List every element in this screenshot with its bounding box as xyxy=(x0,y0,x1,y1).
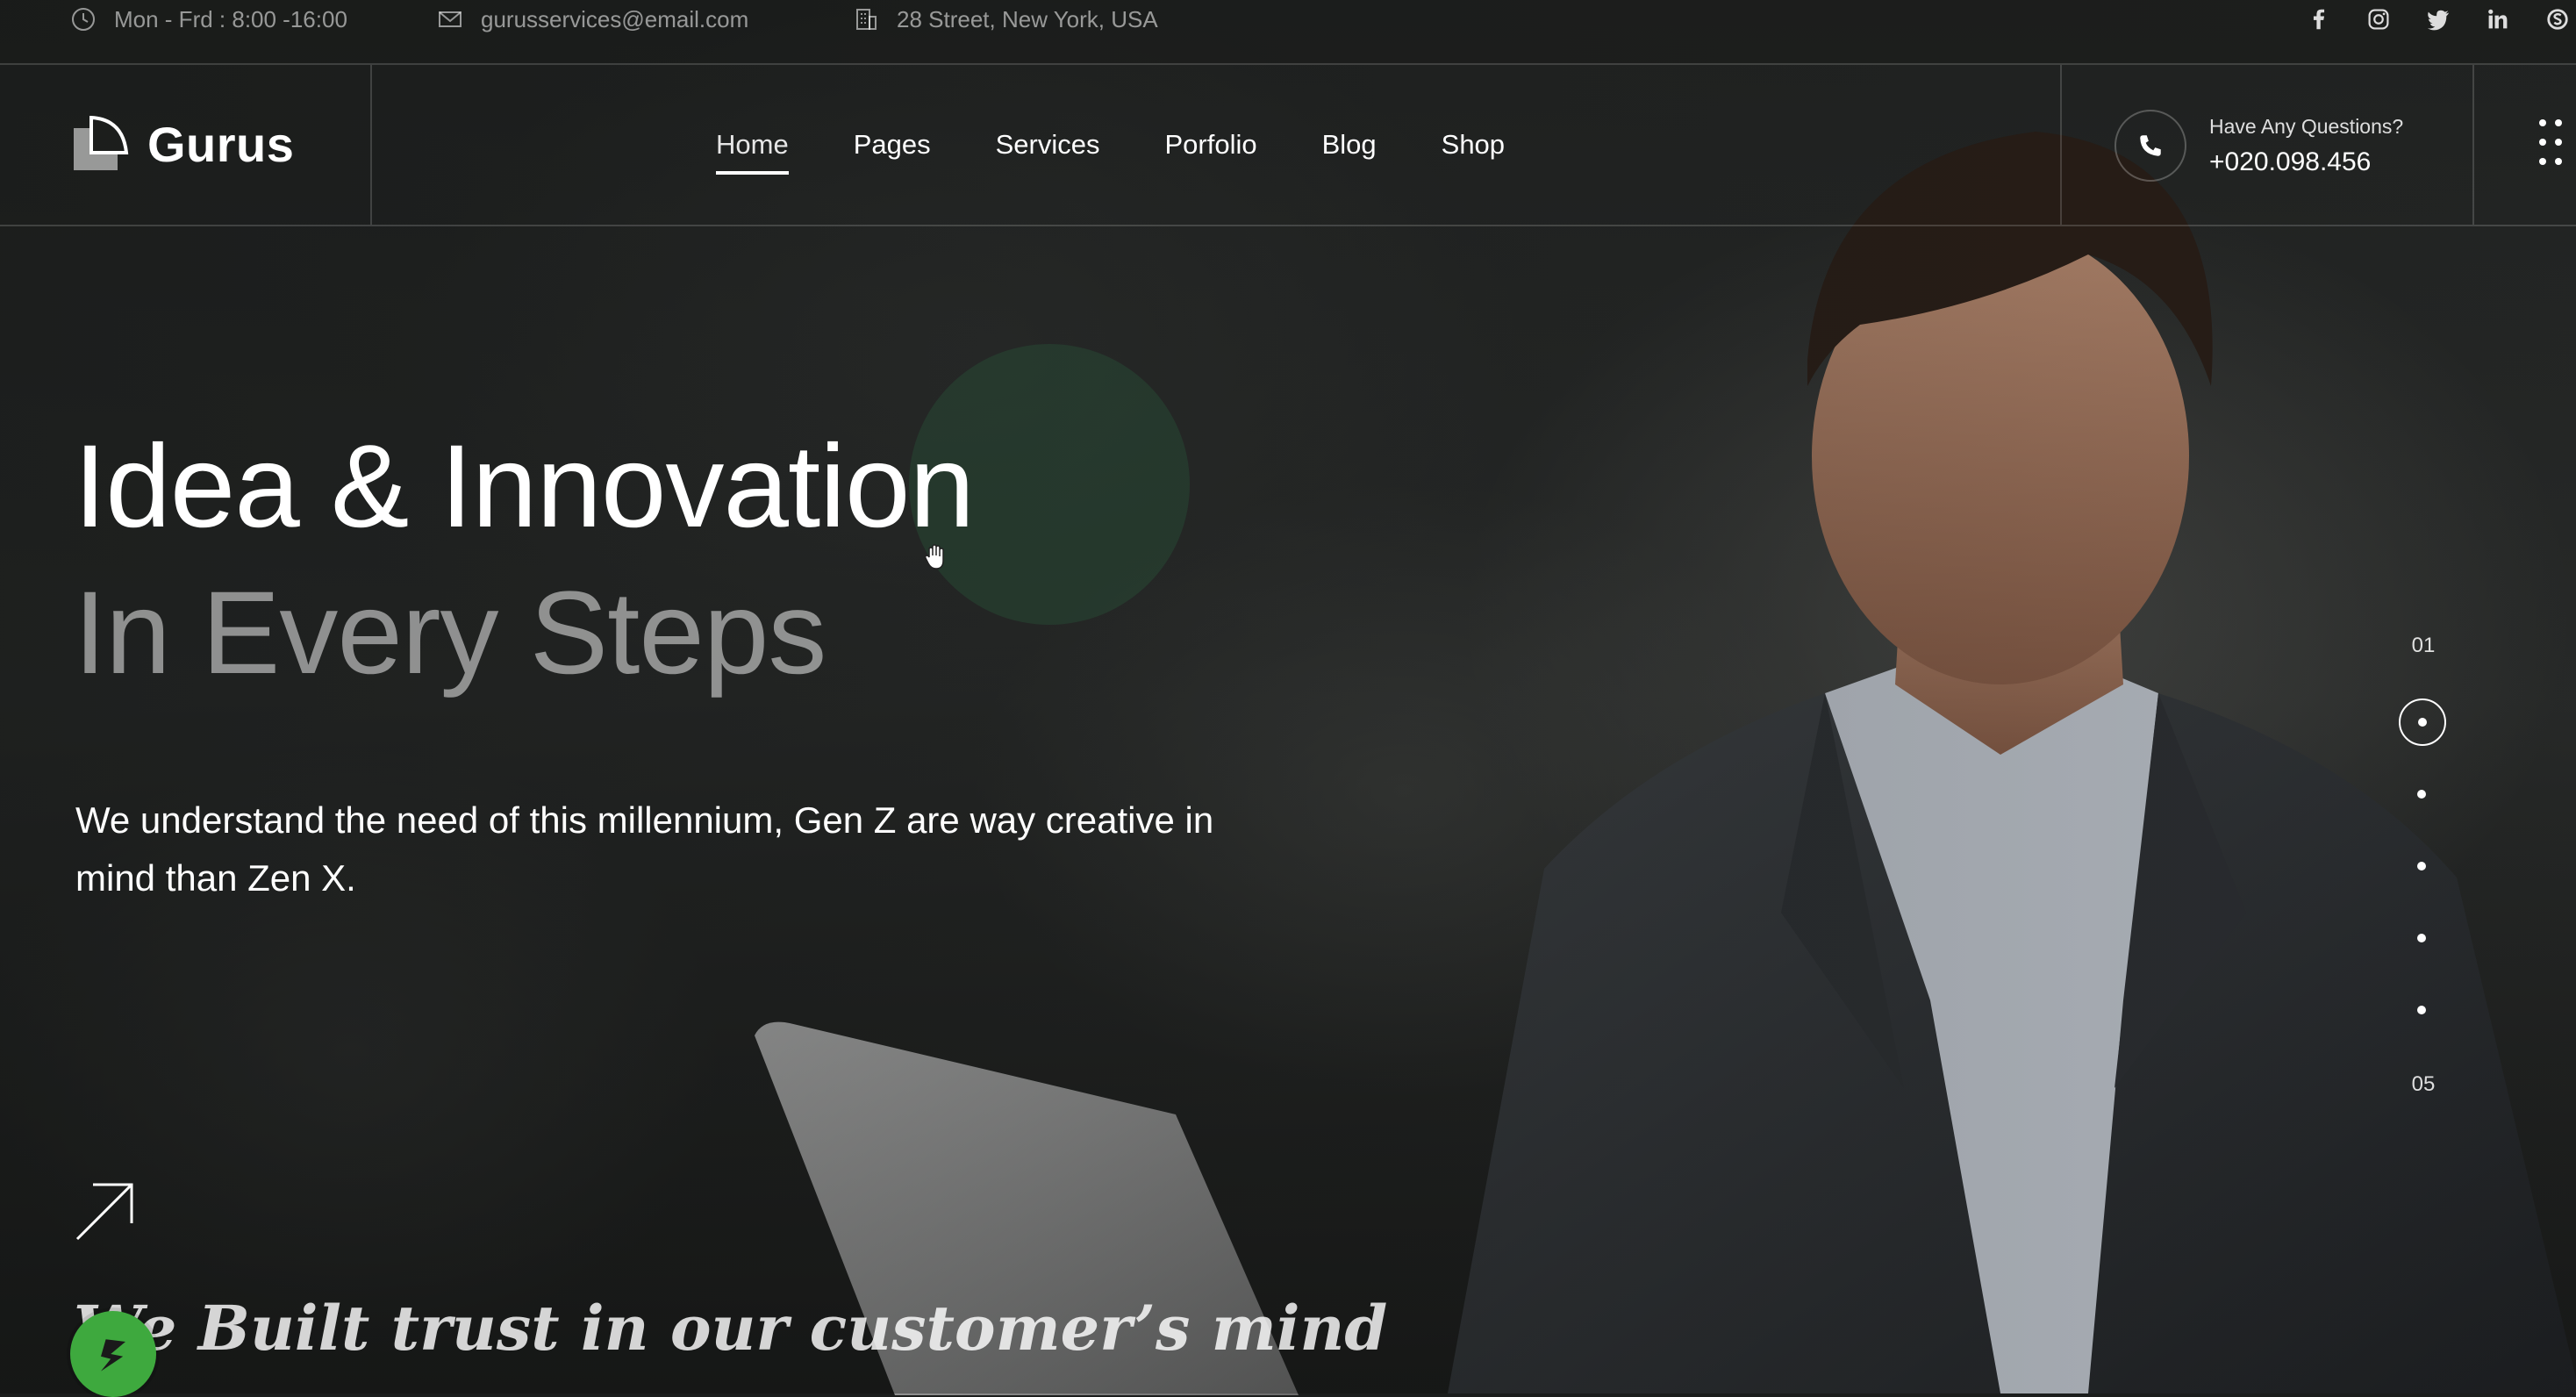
slide-counter-first: 01 xyxy=(2411,634,2436,657)
instagram-icon[interactable] xyxy=(2365,6,2392,32)
skype-icon[interactable] xyxy=(2544,6,2571,32)
email-text[interactable]: gurusservices@email.com xyxy=(481,6,748,33)
lightning-badge-icon[interactable] xyxy=(70,1311,156,1397)
contact-phone-number[interactable]: +020.098.456 xyxy=(2209,147,2403,177)
arrow-up-right-icon[interactable] xyxy=(74,1181,135,1243)
main-header: Gurus Home Pages Services Porfolio Blog … xyxy=(0,65,2576,226)
logo-icon xyxy=(74,116,129,170)
phone-icon[interactable] xyxy=(2114,110,2186,182)
contact-phone[interactable]: Have Any Questions? +020.098.456 xyxy=(2114,109,2403,183)
header-divider xyxy=(2060,65,2062,225)
address-info: 28 Street, New York, USA xyxy=(853,0,1158,39)
menu-dots-icon[interactable] xyxy=(2539,119,2565,168)
header-divider xyxy=(2472,65,2474,225)
nav-services[interactable]: Services xyxy=(996,122,1100,168)
slide-dot-2[interactable] xyxy=(2417,790,2426,799)
slide-dot-5[interactable] xyxy=(2417,1006,2426,1014)
contact-text: Have Any Questions? +020.098.456 xyxy=(2209,115,2403,177)
building-icon xyxy=(856,9,877,30)
nav-home[interactable]: Home xyxy=(716,122,789,175)
hero-tagline: We Built trust in our customer’s mind xyxy=(74,1292,1388,1365)
nav-portfolio[interactable]: Porfolio xyxy=(1164,122,1256,168)
main-nav: Home Pages Services Porfolio Blog Shop xyxy=(716,65,1505,225)
hero-subtitle: In Every Steps xyxy=(74,568,826,698)
header-divider xyxy=(370,65,372,225)
hours-text: Mon - Frd : 8:00 -16:00 xyxy=(114,5,347,32)
slide-counter-last: 05 xyxy=(2411,1072,2436,1096)
brand-name: Gurus xyxy=(147,116,295,172)
slide-dot-1-active[interactable] xyxy=(2399,698,2446,746)
top-info-bar: Mon - Frd : 8:00 -16:00 gurusservices@em… xyxy=(0,0,2576,65)
hand-cursor-icon xyxy=(924,544,944,570)
social-links xyxy=(2306,0,2576,39)
nav-blog[interactable]: Blog xyxy=(1322,122,1377,168)
mail-icon xyxy=(439,11,462,27)
email-info[interactable]: gurusservices@email.com xyxy=(437,0,748,39)
nav-pages[interactable]: Pages xyxy=(854,122,931,168)
facebook-icon[interactable] xyxy=(2306,6,2332,32)
nav-shop[interactable]: Shop xyxy=(1442,122,1505,168)
hours-info: Mon - Frd : 8:00 -16:00 xyxy=(70,0,347,39)
clock-icon xyxy=(72,8,95,31)
slide-dot-4[interactable] xyxy=(2417,934,2426,942)
linkedin-icon[interactable] xyxy=(2485,6,2511,32)
hero-description: We understand the need of this millenniu… xyxy=(75,799,1214,899)
address-text: 28 Street, New York, USA xyxy=(897,5,1158,32)
hero-title: Idea & Innovation xyxy=(74,421,975,552)
twitter-icon[interactable] xyxy=(2425,6,2451,32)
slide-dot-3[interactable] xyxy=(2417,862,2426,870)
contact-question: Have Any Questions? xyxy=(2209,114,2404,138)
brand-logo[interactable]: Gurus xyxy=(72,109,294,179)
